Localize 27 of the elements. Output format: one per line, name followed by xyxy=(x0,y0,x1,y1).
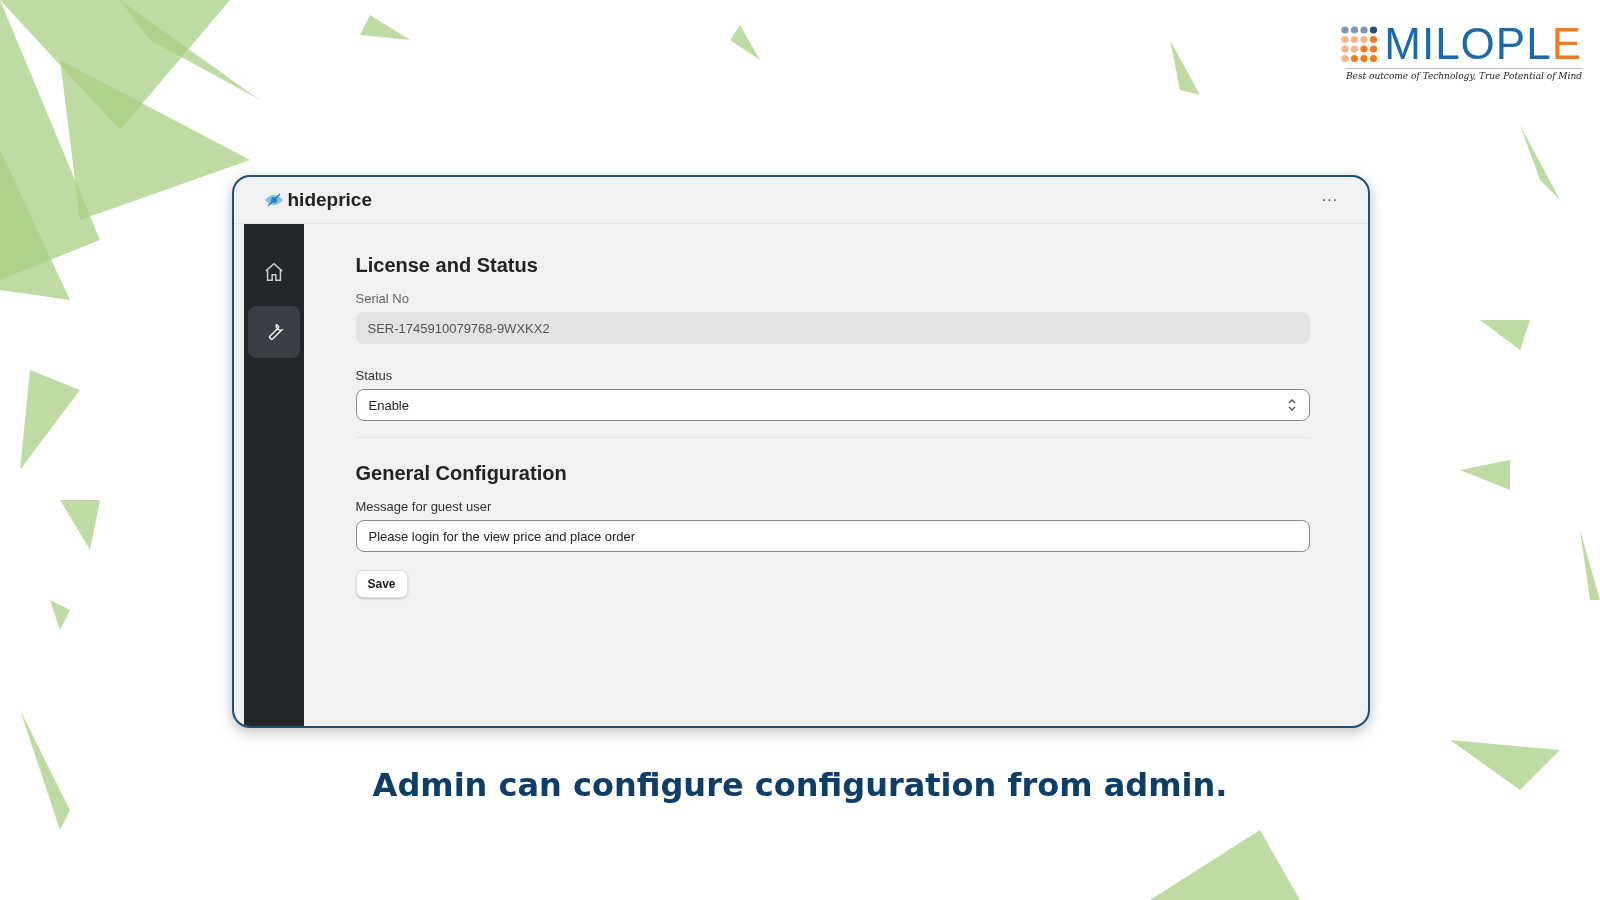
triangle-decoration xyxy=(1460,460,1510,490)
triangle-decoration xyxy=(1170,40,1200,95)
save-button[interactable]: Save xyxy=(355,570,408,598)
dot-grid-icon xyxy=(1340,25,1379,63)
triangle-decoration xyxy=(1580,530,1600,600)
triangle-decoration xyxy=(50,600,70,630)
status-select[interactable]: Enable xyxy=(355,389,1310,421)
brand-tagline: Best outcome of Technology, True Potential of Mind xyxy=(1346,68,1582,81)
field-label: Status xyxy=(355,368,394,383)
field-label: Serial No xyxy=(355,291,410,306)
chevron-up-down-icon xyxy=(1286,398,1297,412)
caption: Admin can configure configuration from admin. xyxy=(372,766,1228,804)
brand-name: MILOPLE xyxy=(1384,22,1582,66)
more-menu-button[interactable]: ··· xyxy=(1317,191,1342,209)
eye-icon xyxy=(263,192,284,208)
window-title: hideprice xyxy=(287,189,372,211)
triangle-decoration xyxy=(730,25,760,60)
section-heading: License and Status xyxy=(355,254,539,277)
field-label: Message for guest user xyxy=(355,499,493,514)
guest-message-input[interactable]: Please login for the view price and place order xyxy=(355,520,1310,552)
triangle-decoration xyxy=(60,500,100,550)
triangle-decoration xyxy=(360,15,410,40)
sidebar-item[interactable] xyxy=(247,306,300,358)
triangle-decoration xyxy=(1480,320,1530,350)
section-heading: General Configuration xyxy=(355,462,568,485)
home-icon xyxy=(262,261,285,283)
serial-number-field[interactable]: SER-1745910079768-9WXKX2 xyxy=(355,312,1310,344)
